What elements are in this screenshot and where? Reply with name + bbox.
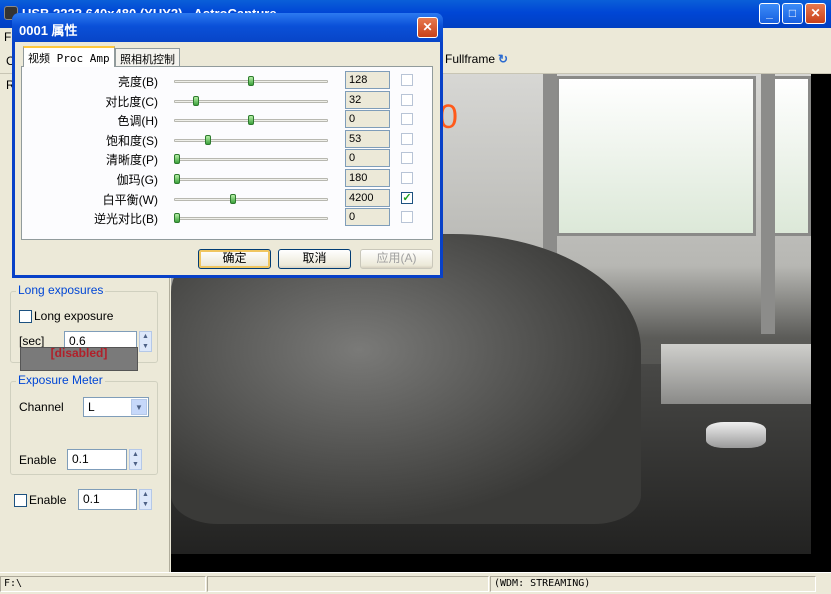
auto-checkbox[interactable] bbox=[401, 93, 413, 106]
ok-button[interactable]: 确定 bbox=[198, 249, 271, 269]
enable-input[interactable]: 0.1 bbox=[67, 449, 127, 470]
property-slider-track[interactable] bbox=[174, 217, 328, 221]
dialog-close-button[interactable]: ✕ bbox=[417, 17, 438, 38]
scene-papers bbox=[661, 344, 811, 404]
property-label: 伽玛(G) bbox=[116, 173, 158, 187]
minimize-button[interactable]: _ bbox=[759, 3, 780, 24]
exposure-meter-legend: Exposure Meter bbox=[16, 373, 105, 387]
tab-video-proc-amp[interactable]: 视频 Proc Amp bbox=[23, 46, 115, 67]
property-value[interactable]: 32 bbox=[345, 90, 390, 109]
refresh-arrow-icon: ↻ bbox=[498, 52, 509, 66]
property-row: 逆光对比(B) 0 bbox=[22, 208, 432, 228]
auto-checkbox[interactable]: ✓ bbox=[401, 191, 413, 204]
property-row: 清晰度(P) 0 bbox=[22, 149, 432, 169]
property-row: 色调(H) 0 bbox=[22, 110, 432, 130]
property-slider-thumb[interactable] bbox=[248, 76, 254, 86]
dialog-title: 0001 属性 bbox=[19, 23, 78, 38]
status-streaming: (WDM: STREAMING) bbox=[490, 576, 816, 592]
cancel-button[interactable]: 取消 bbox=[278, 249, 351, 269]
channel-value: L bbox=[88, 400, 95, 414]
scene-mullion bbox=[761, 74, 775, 334]
enable2-checkbox[interactable] bbox=[14, 494, 27, 507]
scene-glass bbox=[706, 422, 766, 448]
long-exposure-checkbox[interactable] bbox=[19, 310, 32, 323]
property-label: 亮度(B) bbox=[118, 75, 158, 89]
property-row: 饱和度(S) 53 bbox=[22, 129, 432, 150]
fullframe-label: Fullframe bbox=[445, 52, 496, 66]
chevron-down-icon[interactable]: ▼ bbox=[131, 399, 147, 415]
property-value[interactable]: 53 bbox=[345, 129, 390, 148]
channel-label: Channel bbox=[19, 400, 64, 414]
auto-checkbox[interactable] bbox=[401, 132, 413, 145]
property-row: 伽玛(G) 180 bbox=[22, 169, 432, 189]
long-exposure-label: Long exposure bbox=[34, 309, 114, 323]
sec-spinner[interactable]: ▲ ▼ bbox=[139, 331, 152, 352]
property-slider-track[interactable] bbox=[174, 158, 328, 162]
property-label: 清晰度(P) bbox=[106, 153, 158, 168]
property-slider-thumb[interactable] bbox=[230, 193, 237, 204]
auto-checkbox[interactable] bbox=[401, 74, 413, 86]
maximize-button[interactable]: □ bbox=[782, 3, 803, 24]
property-label: 饱和度(S) bbox=[106, 133, 158, 148]
property-slider-thumb[interactable] bbox=[174, 174, 180, 184]
enable2-spinner[interactable]: ▲ ▼ bbox=[139, 489, 152, 510]
status-bar: F:\ (WDM: STREAMING) bbox=[0, 572, 831, 594]
scene-window-left bbox=[556, 76, 756, 236]
property-slider-track[interactable] bbox=[174, 197, 328, 201]
property-slider-thumb[interactable] bbox=[174, 154, 180, 165]
property-slider-thumb[interactable] bbox=[205, 134, 212, 145]
enable2-input[interactable]: 0.1 bbox=[78, 489, 137, 510]
properties-dialog: 0001 属性 ✕ 视频 Proc Amp 照相机控制 亮度(B) 128 对比度(… bbox=[12, 13, 443, 278]
property-label: 逆光对比(B) bbox=[94, 212, 158, 227]
property-slider-thumb[interactable] bbox=[248, 115, 254, 126]
status-path: F:\ bbox=[0, 576, 206, 592]
enable2-label: Enable bbox=[29, 493, 67, 507]
status-middle bbox=[207, 576, 489, 592]
exposure-meter-display: [disabled] bbox=[20, 347, 138, 371]
property-slider-track[interactable] bbox=[174, 138, 328, 142]
property-row: 白平衡(W) 4200 ✓ bbox=[22, 188, 432, 209]
long-exposures-legend: Long exposures bbox=[16, 283, 106, 297]
auto-checkbox[interactable] bbox=[401, 211, 413, 224]
property-label: 白平衡(W) bbox=[102, 192, 158, 207]
property-value[interactable]: 4200 bbox=[345, 188, 390, 207]
property-value[interactable]: 0 bbox=[345, 208, 390, 227]
property-slider-thumb[interactable] bbox=[193, 95, 200, 106]
dialog-body: 视频 Proc Amp 照相机控制 亮度(B) 128 对比度(C) 32 色调(H) 0… bbox=[15, 42, 440, 275]
property-value[interactable]: 0 bbox=[345, 149, 390, 168]
proc-amp-page: 亮度(B) 128 对比度(C) 32 色调(H) 0 饱和度(S) 53 清晰度(P) 0 伽玛(… bbox=[21, 66, 433, 240]
channel-select[interactable]: L ▼ bbox=[83, 397, 149, 417]
property-row: 对比度(C) 32 bbox=[22, 90, 432, 111]
property-slider-thumb[interactable] bbox=[174, 213, 180, 224]
property-row: 亮度(B) 128 bbox=[22, 71, 432, 91]
scene-window-right bbox=[771, 76, 811, 236]
property-label: 色调(H) bbox=[117, 114, 158, 129]
enable-spinner[interactable]: ▲ ▼ bbox=[129, 449, 142, 470]
property-slider-track[interactable] bbox=[174, 178, 328, 181]
property-label: 对比度(C) bbox=[105, 94, 158, 109]
disabled-text: [disabled] bbox=[50, 347, 108, 360]
menu-stub[interactable]: F bbox=[4, 30, 11, 44]
sec-label: [sec] bbox=[19, 334, 45, 348]
auto-checkbox[interactable] bbox=[401, 172, 413, 184]
auto-checkbox[interactable] bbox=[401, 113, 413, 126]
auto-checkbox[interactable] bbox=[401, 152, 413, 165]
property-value[interactable]: 128 bbox=[345, 71, 390, 89]
property-value[interactable]: 180 bbox=[345, 169, 390, 187]
fullframe-button[interactable]: Fullframe ↻ bbox=[445, 52, 508, 66]
enable-label: Enable bbox=[19, 453, 57, 467]
apply-button[interactable]: 应用(A) bbox=[360, 249, 433, 269]
dialog-title-bar: 0001 属性 ✕ bbox=[12, 13, 443, 42]
property-value[interactable]: 0 bbox=[345, 110, 390, 129]
tab-camera-control[interactable]: 照相机控制 bbox=[115, 48, 180, 66]
close-button[interactable]: ✕ bbox=[805, 3, 826, 24]
